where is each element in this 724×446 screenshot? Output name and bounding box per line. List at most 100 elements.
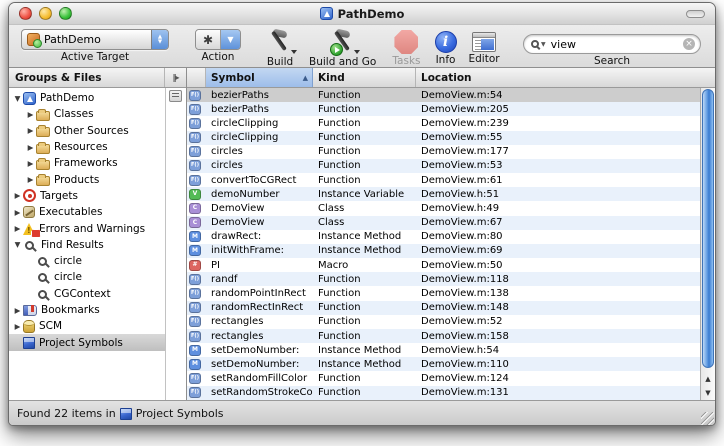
cell-symbol: circleClipping — [206, 118, 313, 129]
table-row[interactable]: MdrawRect:Instance MethodDemoView.m:80 — [187, 230, 700, 244]
cell-kind: Function — [313, 175, 416, 186]
search-input[interactable]: ▼ view × — [523, 34, 701, 54]
active-target-popup[interactable]: PathDemo ▲▼ — [21, 29, 169, 50]
sidebar-item-circle[interactable]: circle — [9, 269, 165, 285]
resize-grip[interactable] — [701, 412, 714, 425]
function-symbol-icon: F() — [189, 132, 201, 143]
cell-symbol: DemoView — [206, 203, 313, 214]
build-and-go-button[interactable] — [328, 29, 358, 55]
table-row[interactable]: F()randomPointInRectFunctionDemoView.m:1… — [187, 286, 700, 300]
sidebar-item-resources[interactable]: ▶Resources — [9, 139, 165, 155]
search-group: ▼ view × Search — [523, 34, 701, 67]
sidebar-item-frameworks[interactable]: ▶Frameworks — [9, 155, 165, 171]
function-symbol-icon: F() — [189, 302, 201, 313]
sidebar-header[interactable]: Groups & Files ‖▸ — [9, 68, 186, 88]
detail-column-menu-icon[interactable] — [169, 90, 182, 102]
disclosure-triangle-icon[interactable]: ▶ — [25, 175, 36, 184]
close-button[interactable] — [19, 7, 32, 20]
disclosure-triangle-icon[interactable]: ▶ — [25, 143, 36, 152]
table-row[interactable]: F()randfFunctionDemoView.m:118 — [187, 272, 700, 286]
column-header-icon[interactable] — [187, 68, 206, 87]
table-row[interactable]: F()circleClippingFunctionDemoView.m:239 — [187, 116, 700, 130]
sidebar-item-targets[interactable]: ▶Targets — [9, 188, 165, 204]
table-row[interactable]: F()convertToCGRectFunctionDemoView.m:61 — [187, 173, 700, 187]
column-splitter-button[interactable]: ‖▸ — [164, 68, 186, 87]
disclosure-triangle-icon[interactable]: ▼ — [12, 240, 23, 249]
table-row[interactable]: VdemoNumberInstance VariableDemoView.h:5… — [187, 187, 700, 201]
function-symbol-icon: F() — [189, 387, 201, 398]
sidebar-scrollbar-track[interactable] — [165, 88, 186, 400]
scroll-up-arrow-icon[interactable]: ▲ — [701, 372, 715, 386]
disclosure-triangle-icon[interactable]: ▶ — [12, 191, 23, 200]
cell-kind: Instance Method — [313, 359, 416, 370]
table-row[interactable]: F()rectanglesFunctionDemoView.m:158 — [187, 329, 700, 343]
title-bar[interactable]: PathDemo — [9, 3, 715, 25]
sidebar-item-classes[interactable]: ▶Classes — [9, 106, 165, 122]
window-controls — [19, 7, 72, 20]
table-row[interactable]: #PIMacroDemoView.m:50 — [187, 258, 700, 272]
column-header-location[interactable]: Location — [416, 68, 715, 87]
sidebar-item-bookmarks[interactable]: ▶Bookmarks — [9, 302, 165, 318]
column-header-symbol[interactable]: Symbol ▲ — [206, 68, 313, 87]
scroll-down-arrow-icon[interactable]: ▼ — [701, 386, 715, 400]
table-row[interactable]: F()randomRectInRectFunctionDemoView.m:14… — [187, 301, 700, 315]
search-icon — [531, 40, 539, 48]
disclosure-triangle-icon[interactable]: ▼ — [12, 94, 23, 103]
disclosure-triangle-icon[interactable]: ▶ — [12, 224, 23, 233]
disclosure-triangle-icon[interactable]: ▶ — [12, 208, 23, 217]
table-row[interactable]: F()bezierPathsFunctionDemoView.m:205 — [187, 102, 700, 116]
cell-location: DemoView.m:124 — [416, 373, 700, 384]
zoom-button[interactable] — [59, 7, 72, 20]
cell-symbol: convertToCGRect — [206, 175, 313, 186]
sidebar-item-executables[interactable]: ▶Executables — [9, 204, 165, 220]
table-row[interactable]: MsetDemoNumber:Instance MethodDemoView.h… — [187, 343, 700, 357]
disclosure-triangle-icon[interactable]: ▶ — [12, 306, 23, 315]
sidebar-header-label: Groups & Files — [9, 72, 164, 84]
table-row[interactable]: F()circlesFunctionDemoView.m:177 — [187, 145, 700, 159]
disclosure-triangle-icon[interactable]: ▶ — [25, 126, 36, 135]
tasks-label: Tasks — [392, 55, 420, 67]
sidebar-item-errors-and-warnings[interactable]: ▶Errors and Warnings — [9, 220, 165, 236]
search-scope-caret-icon[interactable]: ▼ — [541, 41, 546, 48]
disclosure-triangle-icon[interactable]: ▶ — [25, 110, 36, 119]
sidebar-item-circle[interactable]: circle — [9, 253, 165, 269]
info-group: i Info — [435, 29, 457, 66]
sidebar-item-pathdemo[interactable]: ▼PathDemo — [9, 90, 165, 106]
cell-location: DemoView.m:205 — [416, 104, 700, 115]
cell-location: DemoView.m:131 — [416, 387, 700, 398]
column-header-kind[interactable]: Kind — [313, 68, 416, 87]
scrollbar-thumb[interactable] — [702, 89, 714, 368]
minimize-button[interactable] — [39, 7, 52, 20]
editor-button editor-icon[interactable] — [472, 32, 496, 52]
project-icon — [23, 92, 36, 105]
symbols-panel: Symbol ▲ Kind Location F()bezierPathsFun… — [187, 68, 715, 400]
table-row[interactable]: F()bezierPathsFunctionDemoView.m:54 — [187, 88, 700, 102]
toolbar-toggle-button[interactable] — [686, 10, 705, 18]
action-button[interactable]: ✱ ▼ — [195, 29, 241, 50]
cell-symbol: randf — [206, 274, 313, 285]
find-icon — [38, 290, 47, 299]
disclosure-triangle-icon[interactable]: ▶ — [12, 322, 23, 331]
sidebar-item-project-symbols[interactable]: Project Symbols — [9, 334, 165, 350]
table-row[interactable]: MsetDemoNumber:Instance MethodDemoView.m… — [187, 357, 700, 371]
build-button[interactable] — [265, 29, 295, 55]
sidebar-item-products[interactable]: ▶Products — [9, 171, 165, 187]
table-row[interactable]: F()setRandomFillColorFunctionDemoView.m:… — [187, 371, 700, 385]
sidebar-item-cgcontext[interactable]: CGContext — [9, 286, 165, 302]
sidebar-item-other-sources[interactable]: ▶Other Sources — [9, 123, 165, 139]
table-row[interactable]: MinitWithFrame:Instance MethodDemoView.m… — [187, 244, 700, 258]
clear-search-button close-icon[interactable]: × — [683, 38, 695, 50]
table-row[interactable]: F()circleClippingFunctionDemoView.m:55 — [187, 131, 700, 145]
vertical-scrollbar[interactable]: ▲ ▼ — [700, 88, 715, 400]
content-area: Groups & Files ‖▸ ▼PathDemo▶Classes▶Othe… — [9, 68, 715, 400]
info-button info-icon[interactable]: i — [435, 31, 457, 53]
table-row[interactable]: F()rectanglesFunctionDemoView.m:52 — [187, 315, 700, 329]
scm-icon — [23, 320, 35, 333]
table-row[interactable]: CDemoViewClassDemoView.h:49 — [187, 201, 700, 215]
sidebar-item-find-results[interactable]: ▼Find Results — [9, 237, 165, 253]
disclosure-triangle-icon[interactable]: ▶ — [25, 159, 36, 168]
table-row[interactable]: CDemoViewClassDemoView.m:67 — [187, 216, 700, 230]
table-row[interactable]: F()circlesFunctionDemoView.m:53 — [187, 159, 700, 173]
sidebar-item-scm[interactable]: ▶SCM — [9, 318, 165, 334]
table-row[interactable]: F()setRandomStrokeColoFunctionDemoView.m… — [187, 386, 700, 400]
